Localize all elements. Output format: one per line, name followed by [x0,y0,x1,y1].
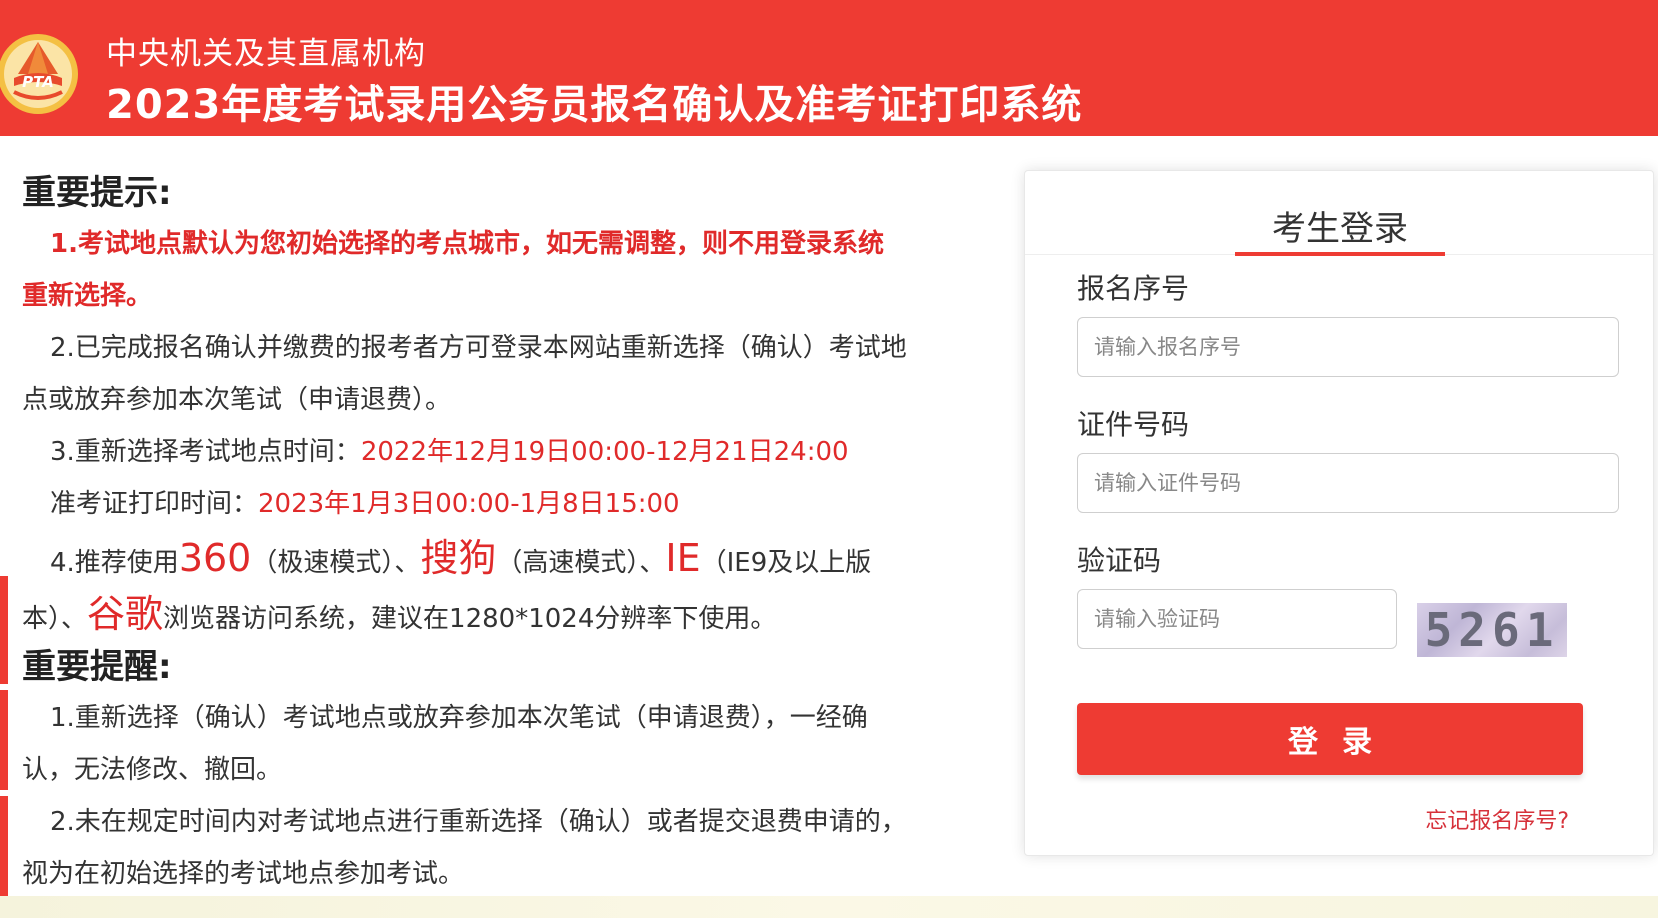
captcha-label: 验证码 [1077,544,1162,577]
left-accent-bar [0,690,8,790]
notice-panel: 重要提示: 1.考试地点默认为您初始选择的考点城市，如无需调整，则不用登录系统 … [22,168,944,900]
registration-number-input[interactable] [1077,317,1619,377]
login-title-underline [1235,252,1445,256]
tip-2-line-1: 2.已完成报名确认并缴费的报考者方可登录本网站重新选择（确认）考试地 [50,333,907,363]
reminder-1-line-2: 认，无法修改、撤回。 [22,755,283,785]
browser-chrome: 谷歌 [87,592,164,636]
header-main-title: 2023年度考试录用公务员报名确认及准考证打印系统 [106,82,1083,128]
tip-4-line-1: 4.推荐使用360（极速模式）、搜狗（高速模式）、IE（IE9及以上版 [22,530,944,586]
captcha-image[interactable]: 5261 [1417,603,1567,657]
login-button[interactable]: 登录 [1077,703,1583,775]
id-number-input[interactable] [1077,453,1619,513]
tip-3b-line: 准考证打印时间：2023年1月3日00:00-1月8日15:00 [22,478,944,530]
browser-ie: IE [665,536,701,580]
login-title: 考生登录 [1272,209,1408,249]
tip-2-line-2: 点或放弃参加本次笔试（申请退费）。 [22,385,452,415]
tip-3-time: 2022年12月19日00:00-12月21日24:00 [360,437,849,467]
browser-360: 360 [178,536,252,580]
tip-1-line-1: 1.考试地点默认为您初始选择的考点城市，如无需调整，则不用登录系统 [50,229,884,259]
captcha-code: 5261 [1424,603,1560,657]
registration-number-label: 报名序号 [1077,272,1190,305]
left-accent-bar [0,796,8,896]
reminder-2-line-1: 2.未在规定时间内对考试地点进行重新选择（确认）或者提交退费申请的， [50,807,907,837]
pta-logo-icon: PTA [0,34,78,114]
tip-3-line: 3.重新选择考试地点时间：2022年12月19日00:00-12月21日24:0… [22,426,944,478]
tip-4-prefix: 4.推荐使用 [50,548,179,578]
tip-4-line-2: 本）、谷歌浏览器访问系统，建议在1280*1024分辨率下使用。 [22,586,944,642]
id-number-label: 证件号码 [1077,408,1190,441]
reminder-2-line-2: 视为在初始选择的考试地点参加考试。 [22,859,465,889]
tip-3b-label: 准考证打印时间： [50,489,259,519]
browser-sogou: 搜狗 [420,536,497,580]
tip-1-line-2: 重新选择。 [22,281,153,311]
reminder-1-line-1: 1.重新选择（确认）考试地点或放弃参加本次笔试（申请退费），一经确 [50,703,868,733]
login-card-header: 考生登录 [1025,171,1653,256]
site-header: PTA 中央机关及其直属机构 2023年度考试录用公务员报名确认及准考证打印系统 [0,0,1658,136]
login-card: 考生登录 报名序号 证件号码 验证码 5261 登录 忘记报名序号? [1024,170,1654,856]
bottom-strip [0,896,1658,918]
left-accent-bar [0,576,8,684]
captcha-input[interactable] [1077,589,1397,649]
tip-4-mode-1: （极速模式）、 [251,548,421,578]
tip-3b-time: 2023年1月3日00:00-1月8日15:00 [258,489,680,519]
logo-text: PTA [22,73,54,91]
tip-4-mode-2: （高速模式）、 [496,548,666,578]
important-reminder-title: 重要提醒: [22,647,172,687]
tip-4-l2-prefix: 本）、 [22,604,88,634]
forgot-registration-link[interactable]: 忘记报名序号? [1425,803,1569,835]
important-tips-title: 重要提示: [22,173,172,213]
tip-4-l2-suffix: 浏览器访问系统，建议在1280*1024分辨率下使用。 [163,604,777,634]
tip-4-mode-3: （IE9及以上版 [700,548,872,578]
header-subtitle: 中央机关及其直属机构 [106,36,426,72]
tip-3-label: 3.重新选择考试地点时间： [50,437,361,467]
